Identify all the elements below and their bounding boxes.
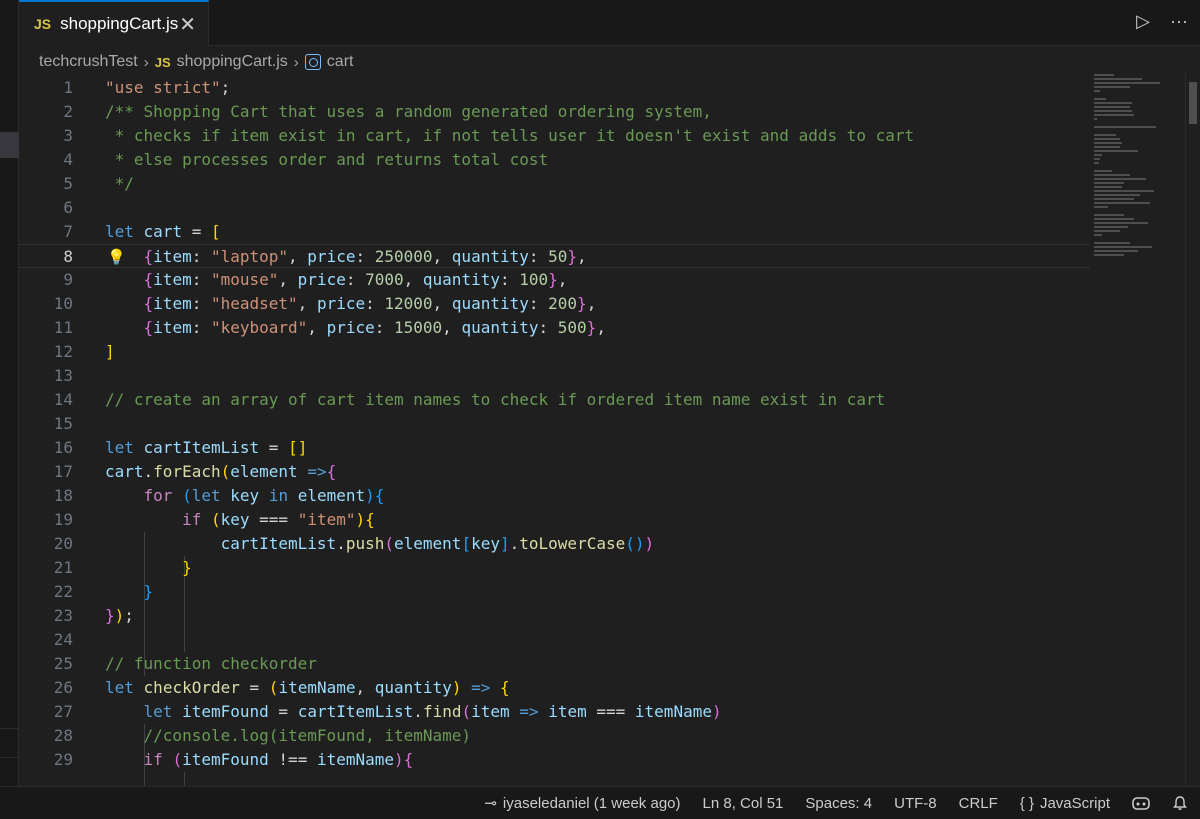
git-blame-status[interactable]: ⊸ iyaseledaniel (1 week ago) xyxy=(484,794,681,813)
tab-bar: JS shoppingCart.js ✕ ▷ ··· xyxy=(19,0,1200,46)
code-line: 9 {item: "mouse", price: 7000, quantity:… xyxy=(63,270,568,289)
breadcrumb-file[interactable]: shoppingCart.js xyxy=(177,53,288,71)
code-line: 2/** Shopping Cart that uses a random ge… xyxy=(63,102,712,121)
code-line: 25// function checkorder xyxy=(53,654,317,673)
code-line: 11 {item: "keyboard", price: 15000, quan… xyxy=(53,318,606,337)
breadcrumb: techcrushTest › JS shoppingCart.js › car… xyxy=(39,50,353,74)
cursor-position[interactable]: Ln 8, Col 51 xyxy=(703,795,784,812)
breadcrumb-folder[interactable]: techcrushTest xyxy=(39,53,138,71)
code-line: 12] xyxy=(53,342,115,361)
sidebar-selected-item[interactable] xyxy=(0,132,19,158)
sidebar-divider xyxy=(0,757,19,758)
code-line: 18 for (let key in element){ xyxy=(53,486,385,505)
chevron-right-icon: › xyxy=(143,53,149,71)
variable-symbol-icon xyxy=(304,54,321,70)
code-line: 19 if (key === "item"){ xyxy=(53,510,375,529)
code-line: 21 } xyxy=(53,558,192,577)
breadcrumb-symbol[interactable]: cart xyxy=(327,53,354,71)
code-editor[interactable]: 1 "use strict"; 2/** Shopping Cart that u… xyxy=(19,76,1099,786)
code-line: 3 * checks if item exist in cart, if not… xyxy=(63,126,915,145)
close-icon[interactable]: ✕ xyxy=(179,12,196,37)
git-blame-text: iyaseledaniel (1 week ago) xyxy=(502,794,681,812)
code-line: 24 xyxy=(53,630,73,649)
code-line: 22 } xyxy=(53,582,154,601)
status-bar: ⊸ iyaseledaniel (1 week ago) Ln 8, Col 5… xyxy=(0,786,1200,819)
code-line: 23}); xyxy=(53,606,134,625)
indentation-status[interactable]: Spaces: 4 xyxy=(805,795,872,812)
tab-title: shoppingCart.js xyxy=(60,14,179,33)
sidebar-edge xyxy=(0,0,19,819)
copilot-icon[interactable] xyxy=(1132,795,1150,811)
minimap[interactable] xyxy=(1094,72,1184,262)
language-mode[interactable]: { } JavaScript xyxy=(1020,795,1110,812)
indent-guide xyxy=(184,772,185,786)
git-commit-icon: ⊸ xyxy=(484,795,497,812)
code-line: 28 //console.log(itemFound, itemName) xyxy=(53,726,472,745)
encoding-status[interactable]: UTF-8 xyxy=(894,795,937,812)
code-line: 1 "use strict"; xyxy=(63,78,231,97)
sidebar-divider xyxy=(0,728,19,729)
code-line: 5 */ xyxy=(63,174,134,193)
tab-shoppingcart[interactable]: JS shoppingCart.js ✕ xyxy=(19,0,209,46)
language-label: JavaScript xyxy=(1039,794,1110,812)
code-line: 6 xyxy=(63,198,73,217)
code-line-current: 8 💡 {item: "laptop", price: 250000, quant… xyxy=(19,244,1090,268)
code-line: 27 let itemFound = cartItemList.find(ite… xyxy=(53,702,722,721)
more-actions-icon[interactable]: ··· xyxy=(1168,11,1190,32)
chevron-right-icon: › xyxy=(293,53,299,71)
code-line: 10 {item: "headset", price: 12000, quant… xyxy=(53,294,597,313)
javascript-file-icon: JS xyxy=(34,16,52,32)
code-line: 7 let cart = [ xyxy=(63,222,221,241)
code-line: 29 if (itemFound !== itemName){ xyxy=(53,750,414,769)
vertical-scrollbar[interactable] xyxy=(1185,72,1199,786)
code-line: 15 xyxy=(53,414,73,433)
eol-status[interactable]: CRLF xyxy=(959,795,998,812)
code-line: 4 * else processes order and returns tot… xyxy=(63,150,549,169)
editor-actions: ▷ ··· xyxy=(1132,11,1190,32)
code-line: 13 xyxy=(53,366,73,385)
code-line: 17 cart.forEach(element =>{ xyxy=(53,462,337,481)
code-line: 26 let checkOrder = (itemName, quantity) … xyxy=(53,678,510,697)
bell-icon[interactable] xyxy=(1172,795,1188,811)
braces-icon: { } xyxy=(1019,794,1034,812)
scrollbar-thumb[interactable] xyxy=(1189,82,1197,124)
code-line: 20 cartItemList.push(element[key].toLowe… xyxy=(53,534,655,553)
javascript-file-icon: JS xyxy=(154,54,171,70)
code-line: 14// create an array of cart item names … xyxy=(53,390,886,409)
code-line: 16 let cartItemList = [] xyxy=(53,438,308,457)
run-icon[interactable]: ▷ xyxy=(1132,11,1154,32)
